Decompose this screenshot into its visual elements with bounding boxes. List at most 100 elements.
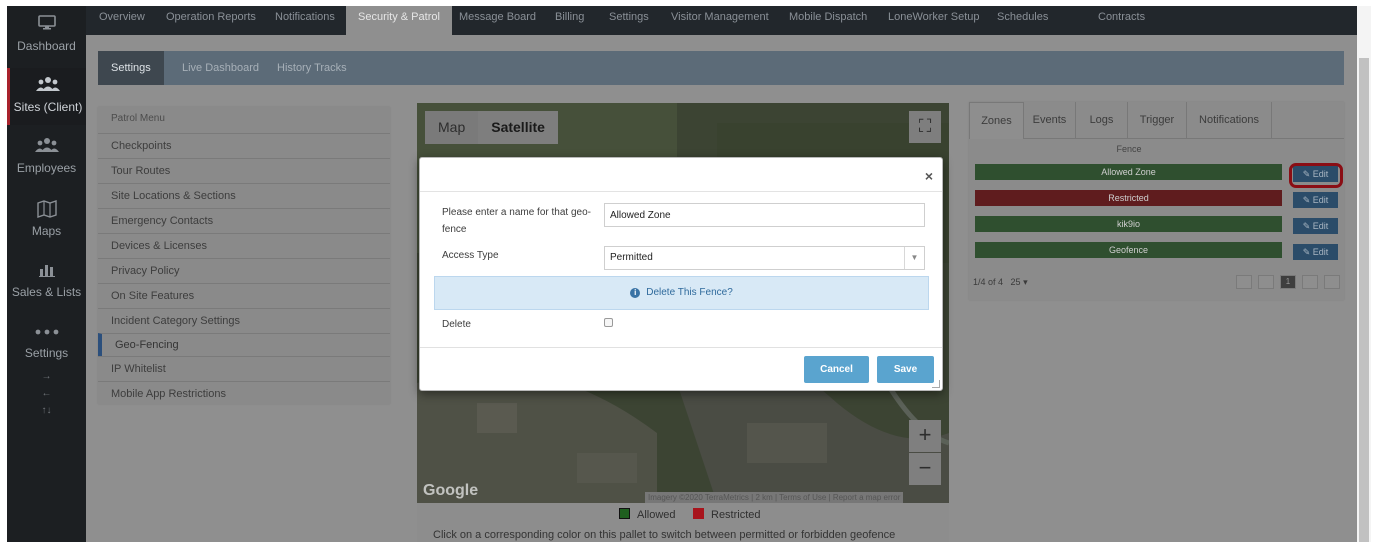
sub-navigation: Settings Live Dashboard History Tracks [98, 51, 1344, 85]
sidebar-item-label: Sales & Lists [11, 285, 82, 299]
name-label: Please enter a name for that geo-fence [442, 207, 591, 235]
patrol-menu-item-geo-fencing[interactable]: Geo-Fencing [98, 333, 390, 356]
report-error-link[interactable]: Report a map error [833, 493, 901, 502]
legend-allowed-label: Allowed [637, 509, 676, 521]
tab-trigger[interactable]: Trigger [1128, 102, 1187, 139]
pager-count: 1/4 of 4 [973, 277, 1004, 287]
map-type-satellite-button[interactable]: Satellite [478, 111, 558, 144]
geofence-name-input[interactable] [604, 203, 925, 227]
delete-checkbox[interactable] [604, 318, 613, 327]
delete-alert-text: Delete This Fence? [646, 287, 733, 298]
patrol-menu-item-site-locations[interactable]: Site Locations & Sections [98, 183, 390, 208]
patrol-menu-item-privacy-policy[interactable]: Privacy Policy [98, 258, 390, 283]
zone-row-allowed-zone[interactable]: Allowed Zone [975, 164, 1282, 180]
sidebar-item-employees[interactable]: Employees [7, 137, 86, 175]
patrol-menu-item-ip-whitelist[interactable]: IP Whitelist [98, 356, 390, 381]
patrol-menu-item-on-site-features[interactable]: On Site Features [98, 283, 390, 308]
patrol-menu-item-tour-routes[interactable]: Tour Routes [98, 158, 390, 183]
tab-overview[interactable]: Overview [99, 6, 145, 35]
edit-button-geofence[interactable]: ✎ Edit [1293, 244, 1338, 260]
zoom-out-button[interactable]: − [909, 453, 941, 485]
map-type-map-button[interactable]: Map [425, 111, 478, 144]
patrol-menu: Patrol Menu Checkpoints Tour Routes Site… [98, 107, 390, 404]
info-icon: i [630, 288, 641, 298]
tab-message-board[interactable]: Message Board [459, 6, 536, 35]
arrow-updown-icon[interactable]: ↑↓ [7, 402, 86, 419]
page-size-select[interactable]: 25 [1011, 277, 1021, 287]
sidebar-item-maps[interactable]: Maps [7, 200, 86, 238]
tab-settings[interactable]: Settings [609, 6, 649, 35]
delete-label: Delete [442, 319, 471, 330]
subtab-settings[interactable]: Settings [98, 51, 164, 85]
tab-visitor-management[interactable]: Visitor Management [671, 6, 769, 35]
zone-row-geofence[interactable]: Geofence [975, 242, 1282, 258]
tab-logs[interactable]: Logs [1076, 102, 1128, 139]
patrol-menu-item-checkpoints[interactable]: Checkpoints [98, 133, 390, 158]
sidebar-arrows[interactable]: → ← ↑↓ [7, 368, 86, 419]
tab-notifications[interactable]: Notifications [275, 6, 335, 35]
save-button[interactable]: Save [877, 356, 934, 383]
scale-label: 2 km [755, 493, 773, 502]
legend-note: Click on a corresponding color on this p… [433, 529, 896, 541]
tab-zones[interactable]: Zones [969, 102, 1024, 139]
edit-label: Edit [1312, 247, 1329, 257]
pager-current[interactable]: 1 [1280, 275, 1296, 289]
patrol-menu-item-incident-category[interactable]: Incident Category Settings [98, 308, 390, 333]
pencil-icon: ✎ [1302, 221, 1311, 231]
tab-events[interactable]: Events [1024, 102, 1076, 139]
sidebar-item-sites[interactable]: Sites (Client) [7, 68, 86, 125]
modal-footer-divider [420, 347, 942, 348]
edit-label: Edit [1312, 195, 1329, 205]
zoom-in-button[interactable]: + [909, 420, 941, 452]
access-type-label: Access Type [442, 250, 499, 261]
arrow-right-icon[interactable]: → [7, 368, 86, 385]
edit-button-restricted[interactable]: ✎ Edit [1293, 192, 1338, 208]
edit-label: Edit [1312, 221, 1329, 231]
tab-schedules[interactable]: Schedules [997, 6, 1048, 35]
sidebar-item-settings[interactable]: Settings [7, 322, 86, 360]
tab-operation-reports[interactable]: Operation Reports [166, 6, 256, 35]
legend-allowed[interactable]: Allowed [619, 508, 676, 521]
sidebar-item-label: Maps [31, 224, 62, 238]
patrol-menu-item-devices-licenses[interactable]: Devices & Licenses [98, 233, 390, 258]
restricted-swatch[interactable] [693, 508, 704, 519]
edit-highlight-annotation [1289, 163, 1343, 188]
subtab-history-tracks[interactable]: History Tracks [277, 51, 347, 85]
pager-last[interactable] [1324, 275, 1340, 289]
arrow-left-icon[interactable]: ← [7, 385, 86, 402]
close-icon[interactable]: × [925, 168, 933, 184]
sidebar-item-sales-lists[interactable]: Sales & Lists [7, 261, 86, 299]
cancel-button[interactable]: Cancel [804, 356, 869, 383]
tab-loneworker-setup[interactable]: LoneWorker Setup [888, 6, 980, 35]
terms-link[interactable]: Terms of Use [779, 493, 826, 502]
tab-security-patrol[interactable]: Security & Patrol [346, 6, 452, 35]
monitor-icon [7, 15, 86, 35]
tab-contracts[interactable]: Contracts [1098, 6, 1145, 35]
pager-prev[interactable] [1258, 275, 1274, 289]
zone-row-kik9io[interactable]: kik9io [975, 216, 1282, 232]
legend-restricted[interactable]: Restricted [693, 508, 761, 521]
subtab-live-dashboard[interactable]: Live Dashboard [182, 51, 259, 85]
pager-first[interactable] [1236, 275, 1252, 289]
zone-row-restricted[interactable]: Restricted [975, 190, 1282, 206]
tab-notifications-panel[interactable]: Notifications [1187, 102, 1272, 139]
edit-button-kik9io[interactable]: ✎ Edit [1293, 218, 1338, 234]
fullscreen-icon[interactable]: ⛶ [909, 111, 941, 143]
bar-chart-icon [7, 261, 86, 281]
tab-billing[interactable]: Billing [555, 6, 584, 35]
chevron-down-icon[interactable]: ▼ [904, 247, 924, 269]
access-type-select[interactable]: Permitted ▼ [604, 246, 925, 270]
scrollbar-thumb[interactable] [1359, 58, 1369, 542]
fence-column-header: Fence [1116, 144, 1142, 154]
resize-handle-icon[interactable] [932, 380, 940, 388]
allowed-swatch[interactable] [619, 508, 630, 519]
page-scrollbar[interactable] [1357, 6, 1371, 542]
modal-header [420, 158, 942, 192]
patrol-menu-item-emergency-contacts[interactable]: Emergency Contacts [98, 208, 390, 233]
sidebar-item-dashboard[interactable]: Dashboard [7, 15, 86, 53]
patrol-menu-item-mobile-app-restrictions[interactable]: Mobile App Restrictions [98, 381, 390, 406]
pencil-icon: ✎ [1302, 195, 1311, 205]
pager-next[interactable] [1302, 275, 1318, 289]
tab-mobile-dispatch[interactable]: Mobile Dispatch [789, 6, 867, 35]
map-icon [7, 200, 86, 220]
